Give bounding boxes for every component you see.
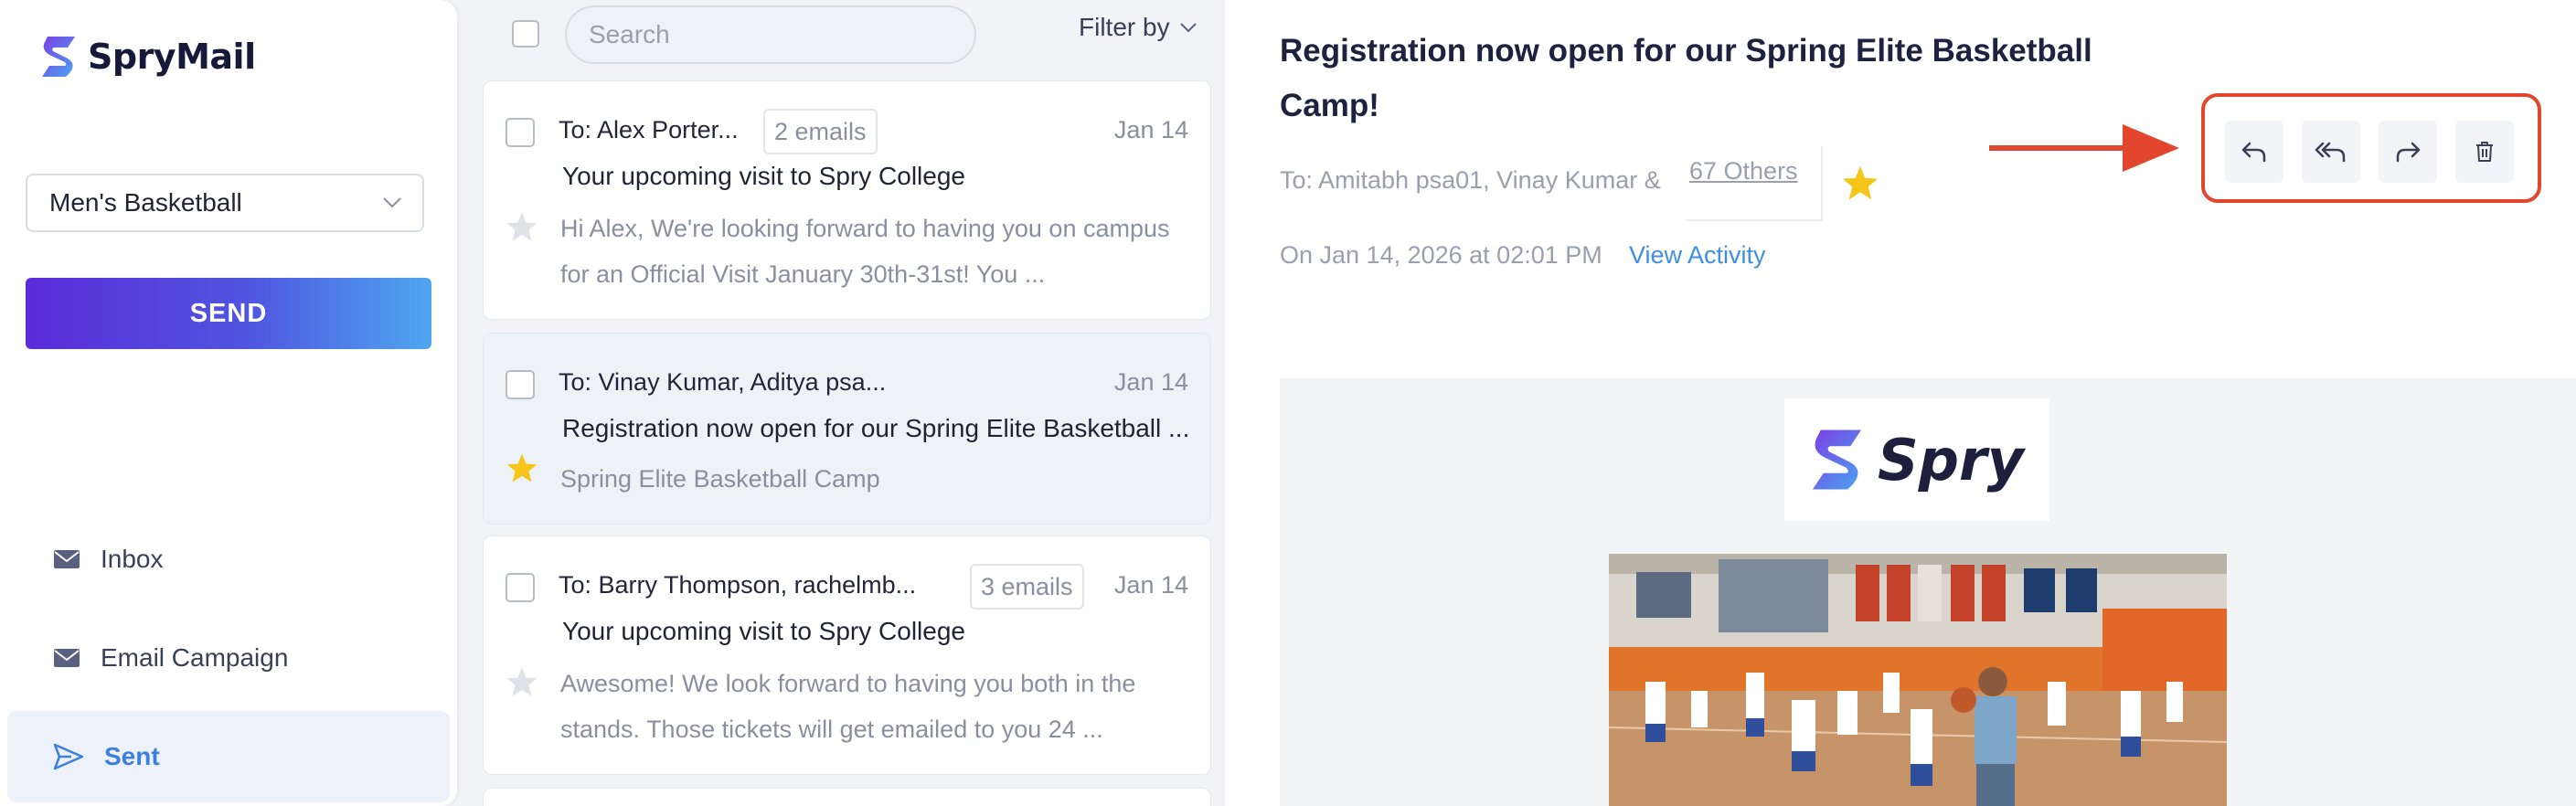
view-activity-link[interactable]: View Activity [1629, 241, 1766, 270]
annotation-arrow-icon [1989, 124, 2179, 172]
star-icon[interactable] [1841, 164, 1879, 201]
envelope-icon [54, 550, 80, 568]
email-list-item[interactable]: To: Alex Porter... 2 emails Jan 14 Your … [483, 80, 1211, 320]
spry-logo-icon [1812, 430, 1862, 490]
reply-all-button[interactable] [2302, 121, 2360, 183]
sidebar-item-inbox[interactable]: Inbox [7, 514, 450, 605]
forward-icon [2396, 142, 2421, 163]
sidebar-item-label: Inbox [101, 545, 164, 573]
email-preview: Hi Alex, We're looking forward to having… [560, 215, 1170, 288]
email-subject-heading: Registration now open for our Spring Eli… [1280, 33, 2092, 123]
email-subject: Registration now open for our Spring Eli… [562, 414, 1190, 442]
forward-button[interactable] [2379, 121, 2437, 183]
email-date: Jan 14 [1113, 571, 1188, 599]
sidebar-item-label: Email Campaign [101, 643, 289, 672]
email-subject: Your upcoming visit to Spry College [562, 617, 965, 645]
reply-icon [2241, 142, 2266, 163]
email-body: Spry [1280, 378, 2576, 806]
spry-logo-icon [42, 37, 75, 77]
app-name: SpryMail [88, 37, 256, 77]
email-list-item[interactable] [483, 788, 1211, 806]
email-recipients: To: Barry Thompson, rachelmb... [559, 571, 917, 599]
email-preview: Spring Elite Basketball Camp [560, 465, 880, 493]
team-select-value: Men's Basketball [49, 188, 242, 217]
reply-all-icon [2315, 142, 2346, 163]
email-list-panel: Filter by To: Alex Porter... 2 emails Ja… [457, 0, 1225, 806]
list-toolbar: Filter by [457, 0, 1225, 69]
email-brand-logo: Spry [1784, 398, 2049, 521]
sidebar-item-sent[interactable]: Sent [7, 711, 450, 802]
star-icon[interactable] [506, 666, 538, 697]
search-input[interactable] [565, 5, 976, 64]
reply-button[interactable] [2225, 121, 2283, 183]
envelope-icon [54, 649, 80, 667]
paper-plane-icon [53, 743, 84, 770]
app-logo[interactable]: SpryMail [40, 35, 256, 79]
filter-label: Filter by [1079, 13, 1170, 41]
email-list-item[interactable]: To: Vinay Kumar, Aditya psa... Jan 14 Re… [483, 333, 1211, 525]
email-subject: Your upcoming visit to Spry College [562, 162, 965, 190]
chevron-down-icon [383, 197, 401, 208]
trash-icon [2476, 142, 2493, 162]
email-recipients-line: To: Amitabh psa01, Vinay Kumar & [1280, 166, 1661, 194]
send-button[interactable]: SEND [26, 278, 431, 349]
reading-pane: Registration now open for our Spring Eli… [1225, 0, 2576, 806]
delete-button[interactable] [2455, 121, 2514, 183]
email-list-item[interactable]: To: Barry Thompson, rachelmb... 3 emails… [483, 536, 1211, 775]
email-date: Jan 14 [1113, 368, 1188, 396]
email-checkbox[interactable] [506, 573, 535, 602]
sidebar-item-email-campaign[interactable]: Email Campaign [7, 612, 450, 704]
email-checkbox[interactable] [506, 118, 535, 147]
email-brand-name: Spry [1877, 426, 2025, 493]
sidebar: SpryMail Men's Basketball SEND Inbox Ema… [0, 0, 457, 806]
email-preview: Awesome! We look forward to having you b… [560, 670, 1136, 743]
select-all-checkbox[interactable] [512, 20, 539, 48]
filter-dropdown[interactable]: Filter by [1079, 13, 1198, 42]
chevron-down-icon [1179, 23, 1197, 33]
sent-date: On Jan 14, 2026 at 02:01 PM [1280, 241, 1602, 269]
email-date: Jan 14 [1113, 116, 1188, 143]
email-checkbox[interactable] [506, 370, 535, 399]
team-select[interactable]: Men's Basketball [26, 174, 424, 232]
star-icon[interactable] [506, 452, 538, 483]
email-recipients: To: Vinay Kumar, Aditya psa... [559, 368, 887, 396]
thread-count-badge: 3 emails [970, 564, 1084, 610]
email-recipients: To: Alex Porter... [559, 116, 739, 143]
sidebar-item-label: Sent [104, 742, 160, 770]
basketball-camp-photo [1609, 554, 2227, 806]
others-link[interactable]: 67 Others [1689, 157, 1798, 186]
thread-count-badge: 2 emails [763, 109, 878, 154]
gym-photo-illustration [1609, 554, 2227, 806]
star-icon[interactable] [506, 211, 538, 242]
